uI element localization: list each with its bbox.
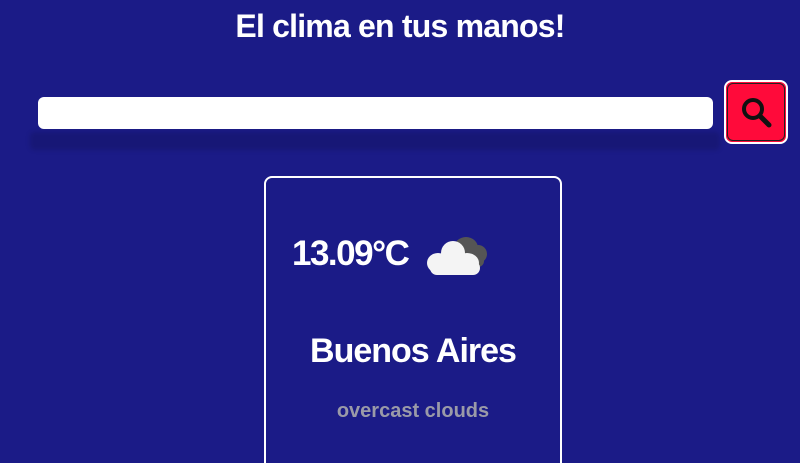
search-button[interactable] [724,80,788,144]
search-input[interactable] [38,97,713,129]
city-name: Buenos Aires [310,332,517,370]
overcast-clouds-icon [427,237,488,275]
page-title: El clima en tus manos! [235,8,565,44]
search-icon [742,98,772,128]
temperature-value: 13.09°C [292,234,410,273]
weather-card: 13.09°C Buenos Aires overcast clouds [264,176,562,463]
search-bar [30,78,790,150]
temperature-row: 13.09°C [292,230,494,278]
weather-app: El clima en tus manos! 13.09°C Buenos Ai… [0,0,800,463]
weather-description: overcast clouds [336,400,490,422]
search-bar-shadow [30,132,720,150]
